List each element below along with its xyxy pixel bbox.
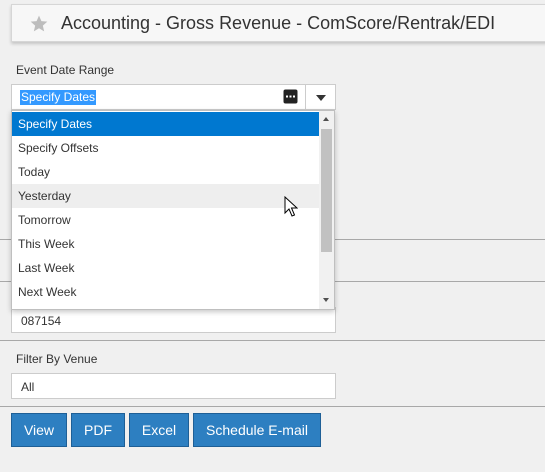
calendar-icon[interactable]: [283, 89, 298, 104]
dropdown-scrollbar[interactable]: [319, 111, 334, 309]
star-icon[interactable]: [29, 14, 49, 34]
scroll-up-icon[interactable]: [323, 117, 329, 121]
option-this-week[interactable]: This Week: [12, 232, 319, 256]
event-date-range-value[interactable]: Specify Dates: [20, 90, 97, 105]
filter-by-venue-label: Filter By Venue: [16, 352, 98, 366]
title-bar: Accounting - Gross Revenue - ComScore/Re…: [11, 4, 545, 42]
option-last-week[interactable]: Last Week: [12, 256, 319, 280]
view-button[interactable]: View: [11, 413, 67, 447]
option-specify-dates[interactable]: Specify Dates: [12, 112, 319, 136]
event-date-range-label: Event Date Range: [16, 63, 115, 77]
event-date-range-select[interactable]: Specify Dates: [11, 84, 336, 110]
page-title: Accounting - Gross Revenue - ComScore/Re…: [61, 13, 496, 33]
field-value: 087154: [21, 314, 62, 328]
section-divider: [0, 340, 545, 341]
option-yesterday[interactable]: Yesterday: [12, 184, 319, 208]
dropdown-toggle[interactable]: [305, 85, 336, 109]
option-today[interactable]: Today: [12, 160, 319, 184]
option-tomorrow[interactable]: Tomorrow: [12, 208, 319, 232]
chevron-down-icon: [316, 95, 326, 101]
scrollbar-thumb[interactable]: [321, 129, 332, 252]
venue-value: All: [21, 380, 35, 394]
scroll-down-icon[interactable]: [323, 298, 329, 302]
option-specify-offsets[interactable]: Specify Offsets: [12, 136, 319, 160]
section-divider: [0, 406, 545, 407]
schedule-email-button[interactable]: Schedule E-mail: [193, 413, 321, 447]
pdf-button[interactable]: PDF: [71, 413, 125, 447]
excel-button[interactable]: Excel: [129, 413, 189, 447]
filter-by-venue-select[interactable]: All: [11, 373, 336, 399]
hidden-value-field[interactable]: 087154: [11, 307, 336, 333]
mouse-cursor-icon: [284, 196, 298, 217]
option-next-week[interactable]: Next Week: [12, 280, 319, 304]
